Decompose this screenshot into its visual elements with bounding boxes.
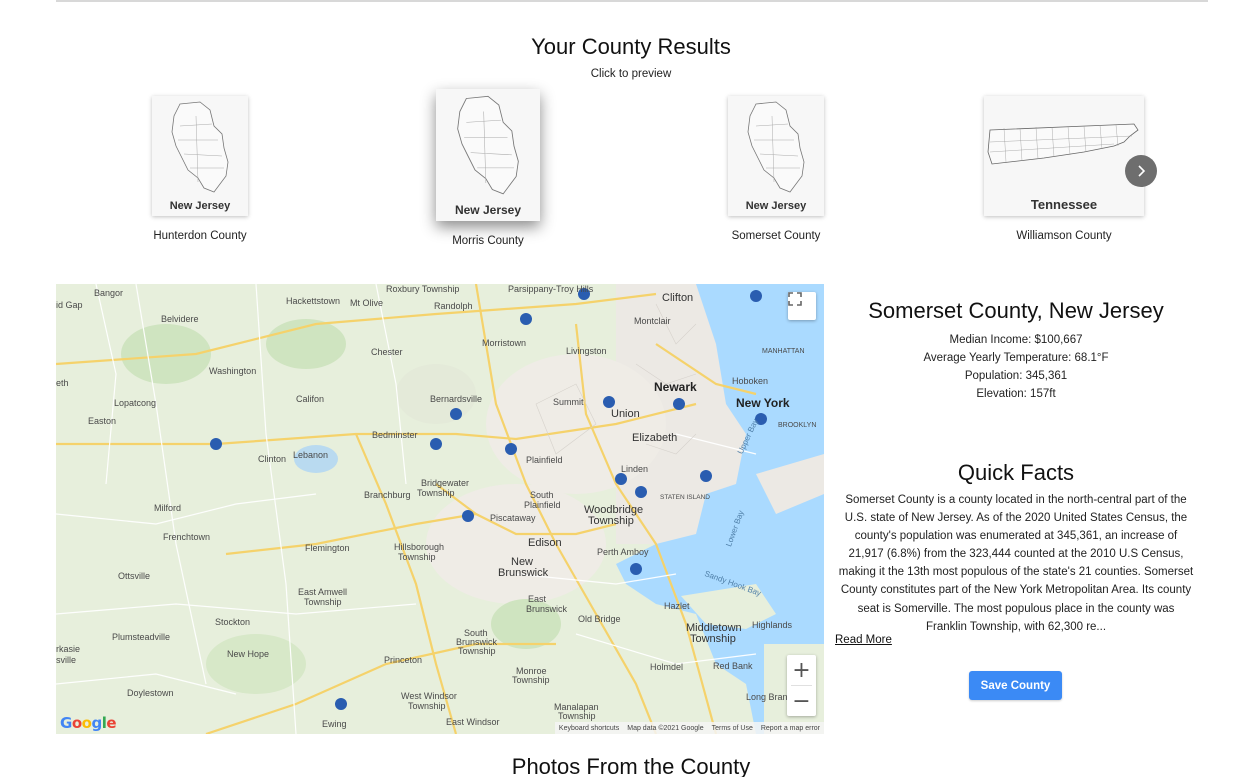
quick-facts-panel: Quick Facts Somerset County is a county …	[836, 460, 1196, 636]
tn-map-icon	[987, 123, 1139, 165]
county-name: Somerset County	[731, 230, 821, 242]
nj-map-icon	[171, 101, 229, 193]
terms-of-use-link[interactable]: Terms of Use	[712, 725, 753, 732]
top-divider	[56, 0, 1208, 2]
county-card-hunterdon[interactable]: New Jersey Hunterdon County	[150, 96, 250, 242]
quick-facts-title: Quick Facts	[957, 460, 1075, 485]
fullscreen-button[interactable]	[788, 292, 816, 320]
zoom-control: + −	[787, 655, 816, 716]
nj-map-icon	[747, 101, 805, 193]
google-logo[interactable]: Google	[60, 714, 117, 732]
keyboard-shortcuts-link[interactable]: Keyboard shortcuts	[559, 725, 619, 732]
nj-map-icon	[457, 95, 519, 195]
results-title: Your County Results	[531, 34, 731, 59]
county-card-somerset[interactable]: New Jersey Somerset County	[726, 96, 826, 242]
county-name: Hunterdon County	[153, 230, 247, 242]
map-data-text: Map data ©2021 Google	[627, 724, 704, 732]
population: Population: 345,361	[964, 370, 1068, 382]
thumbnail-state-label: New Jersey	[454, 203, 522, 217]
thumbnail-state-label: Tennessee	[1030, 197, 1098, 212]
county-thumbnail: New Jersey	[728, 96, 824, 216]
county-card-morris[interactable]: New Jersey Morris County	[405, 89, 570, 254]
county-thumbnail: Tennessee	[984, 96, 1144, 216]
fullscreen-icon	[788, 292, 802, 306]
thumbnail-state-label: New Jersey	[169, 200, 231, 212]
map-attribution: Keyboard shortcuts Map data ©2021 Google…	[554, 722, 824, 734]
chevron-right-icon	[1138, 165, 1146, 177]
save-county-button[interactable]: Save County	[969, 671, 1062, 700]
county-thumbnail: New Jersey	[436, 89, 540, 221]
read-more-link[interactable]: Read More	[835, 634, 892, 646]
thumbnail-state-label: New Jersey	[745, 200, 807, 212]
report-map-error-link[interactable]: Report a map error	[761, 725, 820, 732]
county-name: Morris County	[452, 235, 524, 247]
county-title: Somerset County, New Jersey	[868, 298, 1164, 323]
county-thumbnail: New Jersey	[152, 96, 248, 216]
zoom-out-button[interactable]: −	[787, 686, 816, 716]
county-map[interactable]: Bangor id Gap Belvidere Hackettstown Mt …	[56, 284, 824, 734]
county-card-williamson[interactable]: Tennessee Williamson County	[984, 96, 1144, 242]
carousel-next-button[interactable]	[1125, 155, 1157, 187]
median-income: Median Income: $100,667	[949, 334, 1083, 346]
results-subtitle: Click to preview	[590, 68, 672, 80]
county-info-panel: Somerset County, New Jersey Median Incom…	[836, 298, 1196, 403]
average-temperature: Average Yearly Temperature: 68.1°F	[923, 352, 1109, 364]
county-name: Williamson County	[1016, 230, 1112, 242]
quick-facts-text: Somerset County is a county located in t…	[838, 494, 1194, 633]
zoom-in-button[interactable]: +	[787, 655, 816, 685]
photos-title: Photos From the County	[511, 754, 751, 777]
elevation: Elevation: 157ft	[976, 388, 1056, 400]
